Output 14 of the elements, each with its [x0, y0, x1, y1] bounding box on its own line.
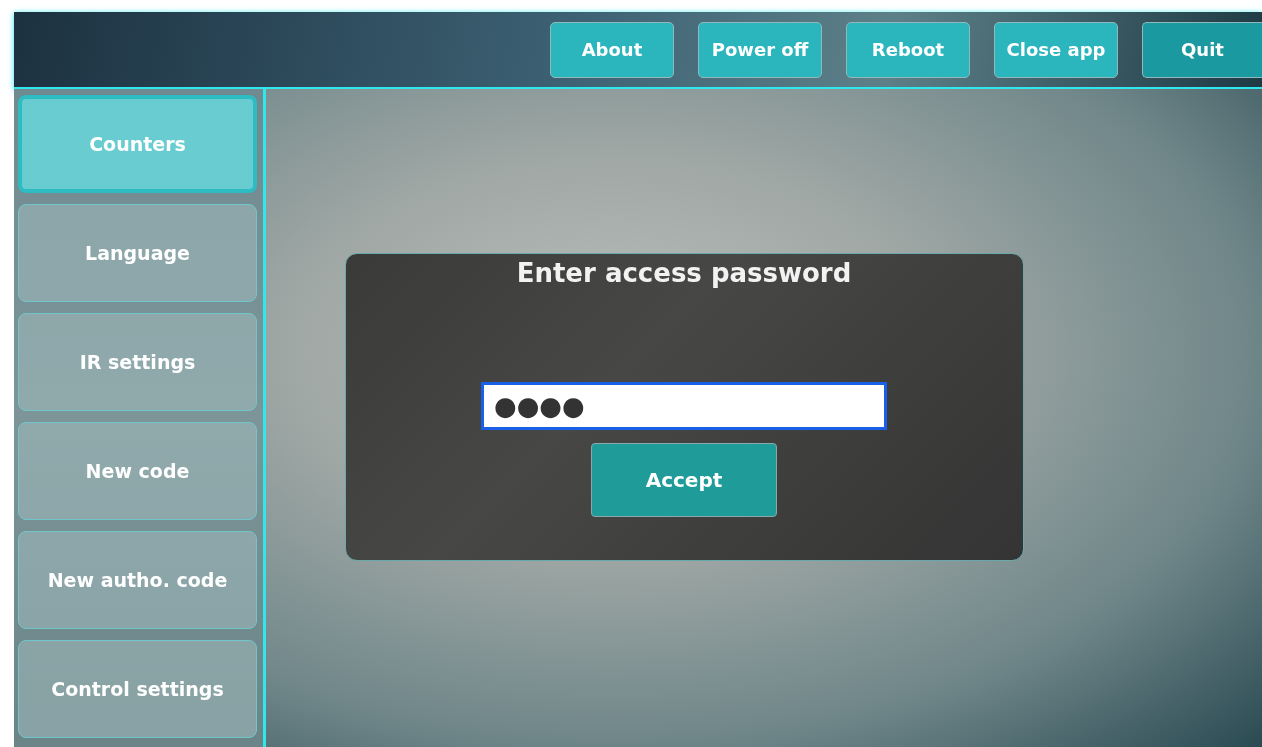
sidebar-item[interactable]: New autho. code: [18, 531, 257, 629]
top-button[interactable]: Close app: [994, 21, 1118, 78]
top-button[interactable]: Reboot: [846, 21, 970, 78]
top-button[interactable]: About: [550, 21, 674, 78]
top-button[interactable]: Quit: [1142, 21, 1262, 78]
accept-button[interactable]: Accept: [591, 443, 777, 517]
dialog-title: Enter access password: [516, 258, 852, 288]
sidebar-item[interactable]: Control settings: [18, 640, 257, 738]
top-button[interactable]: Power off: [698, 21, 822, 78]
sidebar-item[interactable]: New code: [18, 422, 257, 520]
password-field[interactable]: ●●●●: [481, 382, 887, 430]
sidebar-item[interactable]: Counters: [18, 95, 257, 193]
sidebar-item[interactable]: IR settings: [18, 313, 257, 411]
sidebar-item[interactable]: Language: [18, 204, 257, 302]
